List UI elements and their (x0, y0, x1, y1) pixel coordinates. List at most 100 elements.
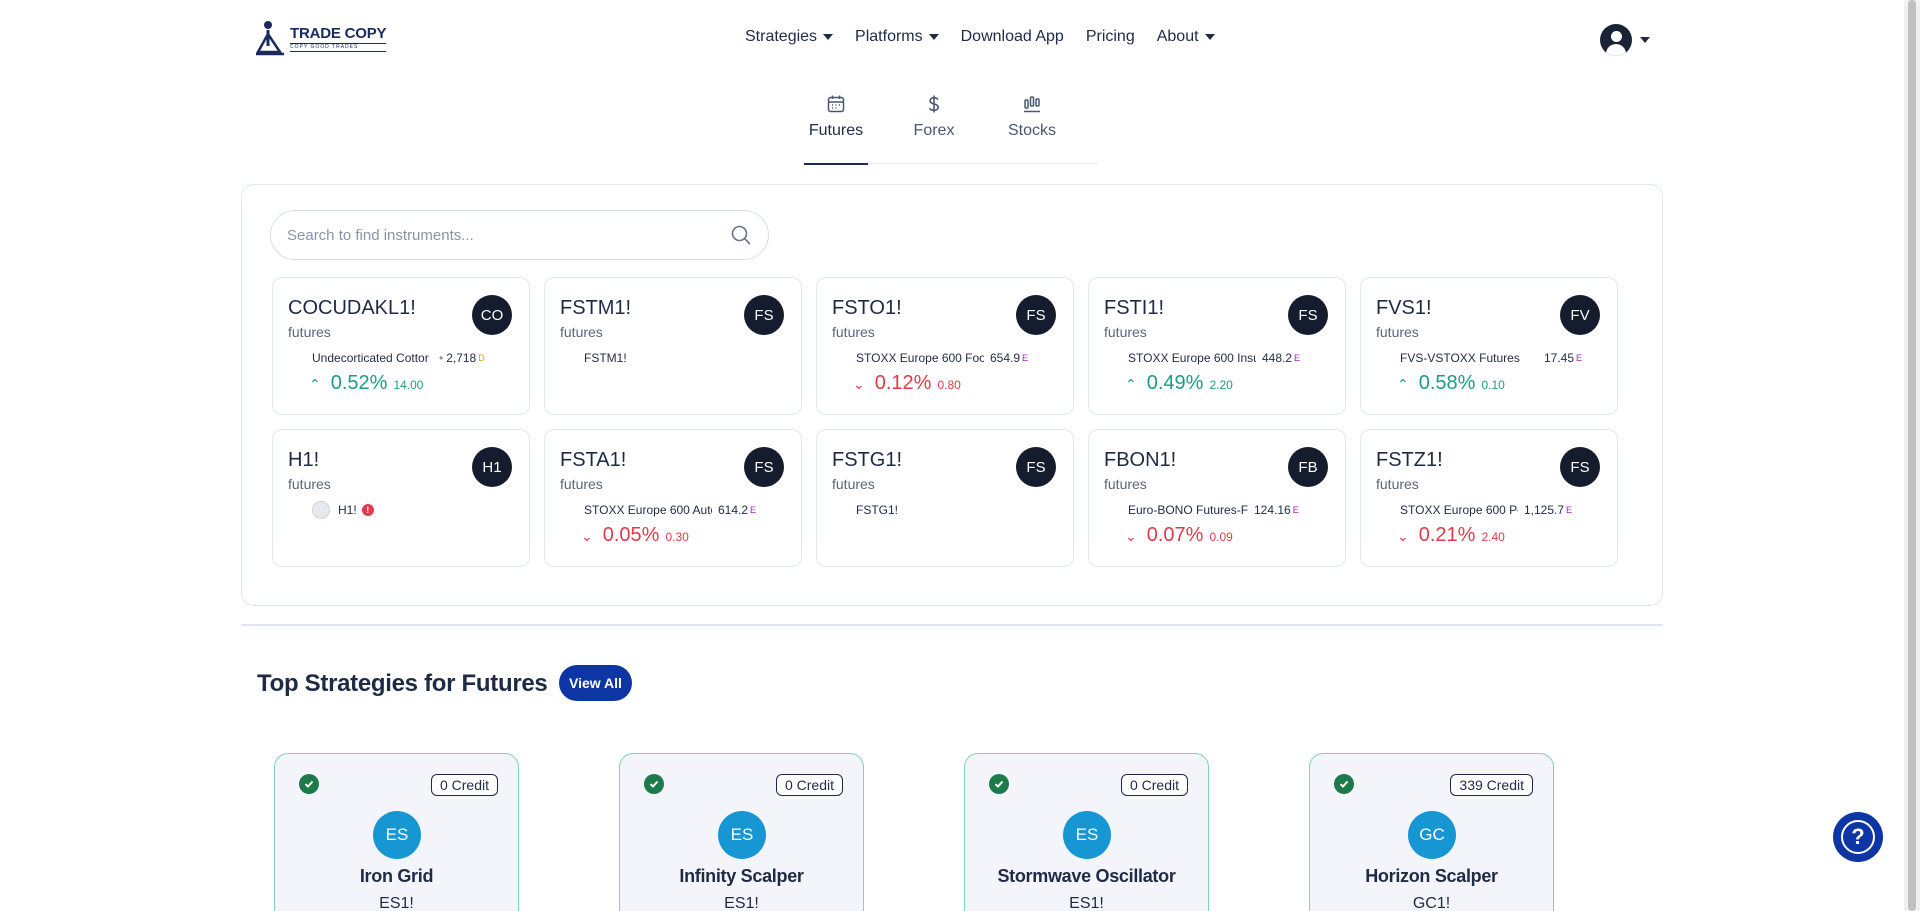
instrument-type: futures (560, 476, 603, 492)
instrument-type: futures (1104, 476, 1147, 492)
arrow-down-icon: ⌄ (581, 528, 593, 544)
main-nav: Strategies Platforms Download App Pricin… (734, 28, 1226, 46)
instrument-card[interactable]: FSTG1! futures FS FSTG1! (816, 429, 1074, 567)
strategy-symbol-badge: ES (1063, 811, 1111, 859)
change-absolute: 2.20 (1209, 378, 1233, 392)
instrument-badge: FB (1288, 447, 1328, 487)
instrument-card[interactable]: FSTZ1! futures FS STOXX Europe 600 Per 1… (1360, 429, 1618, 567)
instrument-description-row: STOXX Europe 600 Auto 614.2 E (584, 503, 756, 517)
page-scrollbar[interactable] (1904, 0, 1920, 911)
change-absolute: 0.30 (665, 530, 689, 544)
instrument-symbol: FSTA1! (560, 449, 627, 471)
change-percent: 0.58% (1418, 372, 1476, 394)
calendar-icon (827, 95, 845, 113)
page: TRADE COPY COPY GOOD TRADES Strategies P… (0, 0, 1920, 911)
help-button[interactable]: ? (1833, 812, 1883, 862)
exchange-flag: E (750, 505, 757, 515)
user-menu-button[interactable] (1600, 24, 1650, 56)
instrument-description: STOXX Europe 600 Insur (1128, 351, 1256, 365)
strategy-symbol: GC1! (1412, 895, 1451, 911)
verified-check-icon (1334, 774, 1354, 794)
change-percent: 0.12% (874, 372, 932, 394)
nav-download-app[interactable]: Download App (950, 28, 1075, 46)
tab-stocks-label: Stocks (1007, 122, 1056, 139)
instrument-description: STOXX Europe 600 Food (856, 351, 984, 365)
credit-badge: 0 Credit (1120, 774, 1188, 796)
exchange-flag: E (1576, 353, 1583, 363)
strategy-name: Iron Grid (359, 866, 434, 886)
instrument-type: futures (1104, 324, 1147, 340)
instrument-badge: FS (1016, 447, 1056, 487)
strategy-symbol-badge: ES (373, 811, 421, 859)
nav-strategies[interactable]: Strategies (734, 28, 844, 46)
search-input[interactable] (287, 226, 730, 244)
instrument-price: 1,125.7 (1524, 503, 1565, 517)
instrument-card[interactable]: FSTA1! futures FS STOXX Europe 600 Auto … (544, 429, 802, 567)
strategy-card[interactable]: 339 Credit GC Horizon Scalper GC1! (1309, 753, 1554, 911)
instrument-card[interactable]: FSTI1! futures FS STOXX Europe 600 Insur… (1088, 277, 1346, 415)
instrument-description-row: STOXX Europe 600 Food 654.9 E (856, 351, 1028, 365)
strategy-card[interactable]: 0 Credit ES Stormwave Oscillator ES1! (964, 753, 1209, 911)
warning-icon: ! (361, 504, 374, 516)
exchange-flag: D (478, 353, 485, 363)
strategy-symbol: ES1! (379, 895, 414, 911)
strategy-card[interactable]: 0 Credit ES Iron Grid ES1! (274, 753, 519, 911)
instrument-symbol: FSTO1! (832, 297, 902, 319)
nav-pricing[interactable]: Pricing (1075, 28, 1146, 46)
strategy-symbol: ES1! (1069, 895, 1104, 911)
instrument-change: ⌃ 0.58% 0.10 (1397, 372, 1505, 395)
credit-badge: 339 Credit (1450, 774, 1533, 796)
instrument-description: H1! (338, 503, 357, 517)
change-percent: 0.49% (1146, 372, 1204, 394)
instrument-symbol: FSTM1! (560, 297, 632, 319)
instrument-price: 17.45 (1544, 351, 1575, 365)
arrow-down-icon: ⌄ (1397, 528, 1409, 544)
instrument-type: futures (288, 324, 331, 340)
market-tabs: Futures Forex Stocks (804, 88, 1098, 165)
tab-forex[interactable]: Forex (902, 88, 966, 164)
nav-about[interactable]: About (1146, 28, 1226, 46)
instrument-card[interactable]: FBON1! futures FB Euro-BONO Futures-Fb 1… (1088, 429, 1346, 567)
nav-strategies-label: Strategies (745, 28, 818, 45)
change-percent: 0.21% (1418, 524, 1476, 546)
verified-check-icon (299, 774, 319, 794)
scrollbar-thumb[interactable] (1908, 0, 1916, 911)
instrument-price: 124.16 (1254, 503, 1291, 517)
change-absolute: 2.40 (1481, 530, 1505, 544)
instrument-price: 614.2 (718, 503, 749, 517)
instrument-change: ⌄ 0.05% 0.30 (581, 524, 689, 547)
instrument-price: 448.2 (1262, 351, 1293, 365)
verified-check-icon (989, 774, 1009, 794)
instrument-type: futures (1376, 476, 1419, 492)
change-absolute: 0.09 (1209, 530, 1233, 544)
tab-futures[interactable]: Futures (804, 88, 868, 165)
instrument-grid: COCUDAKL1! futures CO Undecorticated Cot… (272, 277, 1618, 567)
instrument-symbol: FBON1! (1104, 449, 1177, 471)
exchange-flag: E (1022, 353, 1029, 363)
view-all-button[interactable]: View All (559, 665, 632, 701)
instrument-card[interactable]: COCUDAKL1! futures CO Undecorticated Cot… (272, 277, 530, 415)
nav-pricing-label: Pricing (1085, 28, 1135, 45)
instrument-badge: FS (744, 447, 784, 487)
brand-logo[interactable]: TRADE COPY COPY GOOD TRADES (254, 20, 387, 58)
instrument-card[interactable]: H1! futures H1 H1! ! (272, 429, 530, 567)
change-absolute: 14.00 (393, 378, 424, 392)
instrument-change: ⌃ 0.49% 2.20 (1125, 372, 1233, 395)
instrument-badge: FS (1560, 447, 1600, 487)
strategy-card[interactable]: 0 Credit ES Infinity Scalper ES1! (619, 753, 864, 911)
instrument-symbol: H1! (288, 449, 320, 471)
instrument-badge: CO (472, 295, 512, 335)
search-icon[interactable] (730, 224, 752, 246)
instrument-description: FSTG1! (856, 503, 899, 517)
instrument-type: futures (1376, 324, 1419, 340)
instrument-change: ⌄ 0.12% 0.80 (853, 372, 961, 395)
instrument-card[interactable]: FSTM1! futures FS FSTM1! (544, 277, 802, 415)
placeholder-logo-icon (312, 501, 330, 519)
navbar: TRADE COPY COPY GOOD TRADES Strategies P… (0, 0, 1904, 78)
chart-icon (1024, 96, 1040, 113)
instrument-card[interactable]: FSTO1! futures FS STOXX Europe 600 Food … (816, 277, 1074, 415)
instrument-card[interactable]: FVS1! futures FV FVS-VSTOXX Futures 17.4… (1360, 277, 1618, 415)
instrument-search (270, 210, 769, 260)
tab-stocks[interactable]: Stocks (1000, 88, 1064, 164)
nav-platforms[interactable]: Platforms (844, 28, 950, 46)
